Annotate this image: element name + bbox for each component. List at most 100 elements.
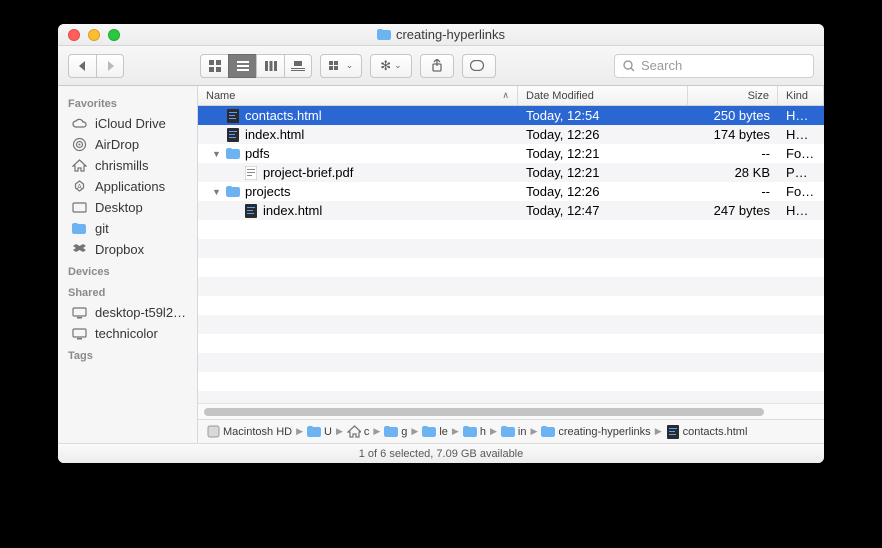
back-button[interactable]	[68, 54, 96, 78]
column-date[interactable]: Date Modified	[518, 86, 688, 105]
desktop-icon	[72, 202, 88, 214]
column-name[interactable]: Name∧	[198, 86, 518, 105]
sidebar-item-label: Dropbox	[95, 242, 144, 257]
html-icon	[226, 109, 240, 123]
empty-row	[198, 353, 824, 372]
sidebar-item[interactable]: technicolor	[58, 323, 197, 344]
path-segment[interactable]: h	[463, 425, 486, 439]
file-size: 250 bytes	[688, 108, 778, 123]
window-title: creating-hyperlinks	[58, 27, 824, 42]
file-size: --	[688, 146, 778, 161]
path-label: c	[364, 426, 370, 438]
horizontal-scrollbar[interactable]	[198, 403, 824, 419]
home-icon	[347, 425, 361, 439]
sidebar-section-header: Tags	[58, 344, 197, 365]
empty-row	[198, 315, 824, 334]
sidebar-section-header: Shared	[58, 281, 197, 302]
file-date: Today, 12:26	[518, 184, 688, 199]
forward-button[interactable]	[96, 54, 124, 78]
sidebar-item[interactable]: Dropbox	[58, 239, 197, 260]
table-row[interactable]: index.htmlToday, 12:47247 bytesHTML	[198, 201, 824, 220]
column-kind[interactable]: Kind	[778, 86, 824, 105]
column-headers: Name∧ Date Modified Size Kind	[198, 86, 824, 106]
search-input[interactable]: Search	[614, 54, 814, 78]
toolbar: ⌄ ✻⌄ Search	[58, 46, 824, 86]
sidebar-item[interactable]: AApplications	[58, 176, 197, 197]
empty-row	[198, 277, 824, 296]
table-row[interactable]: ▼projectsToday, 12:26--Folder	[198, 182, 824, 201]
minimize-button[interactable]	[88, 29, 100, 41]
action-button[interactable]: ✻⌄	[370, 54, 412, 78]
sidebar-item[interactable]: Desktop	[58, 197, 197, 218]
file-kind: PDF D	[778, 165, 824, 180]
sidebar-item[interactable]: chrismills	[58, 155, 197, 176]
path-segment[interactable]: in	[501, 425, 527, 439]
path-bar[interactable]: Macintosh HD▶U▶c▶g▶le▶h▶in▶creating-hype…	[198, 419, 824, 443]
share-button[interactable]	[420, 54, 454, 78]
sidebar-item-label: desktop-t59l2…	[95, 305, 186, 320]
sort-asc-icon: ∧	[502, 90, 509, 101]
file-name: contacts.html	[245, 108, 322, 123]
coverflow-view-button[interactable]	[284, 54, 312, 78]
file-rows[interactable]: contacts.htmlToday, 12:54250 bytesHTMLin…	[198, 106, 824, 403]
column-size[interactable]: Size	[688, 86, 778, 105]
path-segment[interactable]: c	[347, 425, 370, 439]
sidebar-item[interactable]: desktop-t59l2…	[58, 302, 197, 323]
list-view-button[interactable]	[228, 54, 256, 78]
table-row[interactable]: index.htmlToday, 12:26174 bytesHTML	[198, 125, 824, 144]
file-kind: HTML	[778, 203, 824, 218]
nav-buttons	[68, 54, 124, 78]
path-segment[interactable]: contacts.html	[666, 425, 748, 439]
sidebar-item[interactable]: git	[58, 218, 197, 239]
folder-icon	[377, 28, 391, 42]
apps-icon: A	[72, 180, 88, 193]
chevron-right-icon: ▶	[450, 426, 461, 437]
disclosure-triangle-icon[interactable]: ▼	[212, 187, 221, 197]
cloud-icon	[72, 118, 88, 129]
display-icon	[72, 328, 88, 340]
disclosure-triangle-icon[interactable]: ▼	[212, 149, 221, 159]
file-name: pdfs	[245, 146, 270, 161]
arrange-button[interactable]: ⌄	[320, 54, 362, 78]
chevron-right-icon: ▶	[409, 426, 420, 437]
tags-button[interactable]	[462, 54, 496, 78]
column-view-button[interactable]	[256, 54, 284, 78]
svg-text:A: A	[77, 184, 82, 191]
file-date: Today, 12:21	[518, 165, 688, 180]
display-icon	[72, 307, 88, 319]
path-segment[interactable]: g	[384, 425, 407, 439]
finder-window: creating-hyperlinks ⌄ ✻⌄	[58, 24, 824, 463]
dropbox-icon	[72, 243, 88, 256]
close-button[interactable]	[68, 29, 80, 41]
path-segment[interactable]: creating-hyperlinks	[541, 425, 650, 439]
file-kind: HTML	[778, 127, 824, 142]
table-row[interactable]: contacts.htmlToday, 12:54250 bytesHTML	[198, 106, 824, 125]
chevron-right-icon: ▶	[371, 426, 382, 437]
sidebar-item[interactable]: iCloud Drive	[58, 113, 197, 134]
path-segment[interactable]: le	[422, 425, 448, 439]
path-segment[interactable]: Macintosh HD	[206, 425, 292, 439]
folder-icon	[72, 223, 88, 234]
path-segment[interactable]: U	[307, 425, 332, 439]
sidebar-item-label: technicolor	[95, 326, 158, 341]
path-label: Macintosh HD	[223, 426, 292, 438]
zoom-button[interactable]	[108, 29, 120, 41]
scrollbar-thumb[interactable]	[204, 408, 764, 416]
folder-icon	[422, 425, 436, 439]
table-row[interactable]: project-brief.pdfToday, 12:2128 KBPDF D	[198, 163, 824, 182]
path-label: g	[401, 426, 407, 438]
status-bar: 1 of 6 selected, 7.09 GB available	[58, 443, 824, 463]
empty-row	[198, 258, 824, 277]
search-icon	[623, 60, 635, 72]
html-icon	[666, 425, 680, 439]
titlebar[interactable]: creating-hyperlinks	[58, 24, 824, 46]
path-label: U	[324, 426, 332, 438]
icon-view-button[interactable]	[200, 54, 228, 78]
file-date: Today, 12:54	[518, 108, 688, 123]
traffic-lights	[58, 29, 120, 41]
html-icon	[244, 204, 258, 218]
empty-row	[198, 391, 824, 403]
sidebar-item[interactable]: AirDrop	[58, 134, 197, 155]
table-row[interactable]: ▼pdfsToday, 12:21--Folder	[198, 144, 824, 163]
sidebar-section-header: Devices	[58, 260, 197, 281]
